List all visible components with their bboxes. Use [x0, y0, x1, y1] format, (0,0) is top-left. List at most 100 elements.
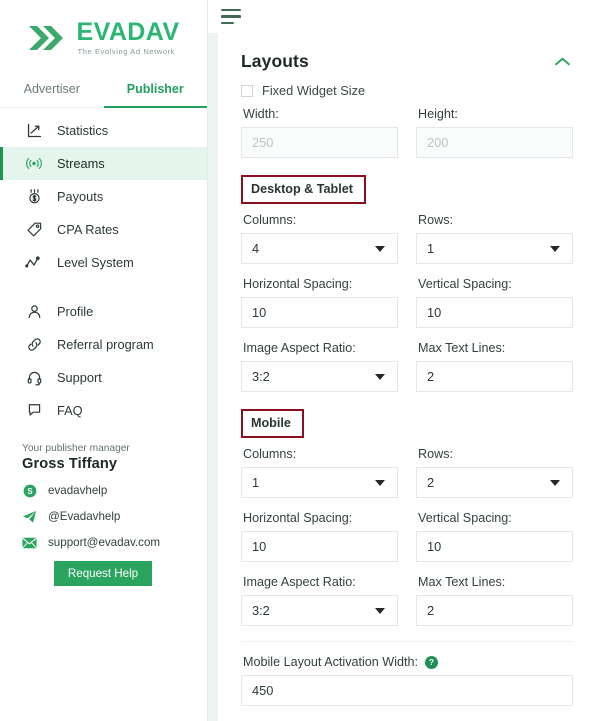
sidebar-item-label: Payouts: [57, 189, 104, 204]
chevron-down-icon: [550, 479, 560, 486]
sidebar-item-referral-program[interactable]: Referral program: [0, 328, 207, 361]
row-spacer: [241, 264, 573, 277]
sidebar-item-label: Profile: [57, 304, 94, 319]
sidebar-item-profile[interactable]: Profile: [0, 295, 207, 328]
height-input[interactable]: 200: [416, 127, 573, 158]
sidebar-item-cpa-rates[interactable]: CPA Rates: [0, 213, 207, 246]
row-spacer: [241, 562, 573, 575]
chevron-down-icon: [375, 607, 385, 614]
mobile-max-text-lines-input[interactable]: 2: [416, 595, 573, 626]
select-value: 2: [427, 475, 435, 490]
mobile-rows-group: Rows: 2: [416, 447, 573, 498]
nav-divider-gap: [0, 279, 207, 295]
sidebar-nav: Statistics Streams Payouts CPA Rates Lev…: [0, 108, 207, 427]
mobile-vspacing-input[interactable]: 10: [416, 531, 573, 562]
width-label: Width:: [243, 107, 279, 121]
tag-icon: [25, 221, 43, 239]
contact-skype[interactable]: S evadavhelp: [22, 483, 207, 498]
mobile-max-text-lines-group: Max Text Lines: 2: [416, 575, 573, 626]
sidebar-item-payouts[interactable]: Payouts: [0, 180, 207, 213]
email-icon: [22, 535, 37, 550]
sidebar-item-faq[interactable]: FAQ: [0, 394, 207, 427]
mobile-aspect-ratio-group: Image Aspect Ratio: 3:2: [241, 575, 398, 626]
mobile-aspect-ratio-select[interactable]: 3:2: [241, 595, 398, 626]
desktop-tablet-section-header: Desktop & Tablet: [241, 175, 573, 204]
desktop-max-text-lines-label: Max Text Lines:: [418, 341, 506, 355]
desktop-hspacing-label: Horizontal Spacing:: [243, 277, 353, 291]
content-scroll-area[interactable]: Layouts Fixed Widget Size Width: 250 Hei…: [208, 33, 590, 721]
desktop-rows-select[interactable]: 1: [416, 233, 573, 264]
contact-value: @Evadavhelp: [48, 510, 121, 523]
mobile-vspacing-group: Vertical Spacing: 10: [416, 511, 573, 562]
mobile-aspect-ratio-label: Image Aspect Ratio:: [243, 575, 356, 589]
chevron-down-icon: [375, 479, 385, 486]
mobile-badge: Mobile: [241, 409, 304, 438]
select-value: 4: [252, 241, 260, 256]
brand-name: EVADAV: [76, 18, 180, 47]
mobile-columns-group: Columns: 1: [241, 447, 398, 498]
sidebar-item-support[interactable]: Support: [0, 361, 207, 394]
fixed-widget-size-checkbox[interactable]: [241, 84, 253, 97]
sidebar-item-label: Referral program: [57, 337, 154, 352]
mobile-columns-select[interactable]: 1: [241, 467, 398, 498]
desktop-aspect-ratio-select[interactable]: 3:2: [241, 361, 398, 392]
evadav-chevron-logo-icon: [28, 26, 63, 50]
desktop-max-text-lines-group: Max Text Lines: 2: [416, 341, 573, 392]
contact-email[interactable]: support@evadav.com: [22, 535, 207, 550]
desktop-vspacing-input[interactable]: 10: [416, 297, 573, 328]
desktop-hspacing-group: Horizontal Spacing: 10: [241, 277, 398, 328]
sidebar-item-label: Statistics: [57, 123, 109, 138]
telegram-icon: [22, 509, 37, 524]
activation-width-label: Mobile Layout Activation Width:: [243, 655, 419, 669]
desktop-tablet-badge: Desktop & Tablet: [241, 175, 366, 204]
headset-icon: [25, 369, 43, 387]
desktop-columns-select[interactable]: 4: [241, 233, 398, 264]
request-help-button[interactable]: Request Help: [54, 561, 152, 586]
desktop-vspacing-group: Vertical Spacing: 10: [416, 277, 573, 328]
desktop-aspect-ratio-group: Image Aspect Ratio: 3:2: [241, 341, 398, 392]
mobile-section-header: Mobile: [241, 409, 573, 438]
tab-advertiser[interactable]: Advertiser: [0, 72, 104, 108]
tab-publisher[interactable]: Publisher: [103, 72, 207, 108]
svg-text:S: S: [27, 486, 32, 495]
fixed-widget-size-label: Fixed Widget Size: [262, 83, 366, 98]
user-icon: [25, 303, 43, 321]
row-spacer: [241, 328, 573, 341]
topbar: [208, 0, 590, 33]
contact-telegram[interactable]: @Evadavhelp: [22, 509, 207, 524]
mobile-hspacing-label: Horizontal Spacing:: [243, 511, 353, 525]
manager-name: Gross Tiffany: [22, 456, 118, 472]
fixed-widget-size-row[interactable]: Fixed Widget Size: [241, 83, 573, 98]
desktop-max-text-lines-input[interactable]: 2: [416, 361, 573, 392]
mobile-columns-label: Columns:: [243, 447, 297, 461]
desktop-hspacing-input[interactable]: 10: [241, 297, 398, 328]
width-input[interactable]: 250: [241, 127, 398, 158]
desktop-spacing-row: Horizontal Spacing: 10 Vertical Spacing:…: [241, 277, 573, 328]
levels-icon: [25, 254, 43, 272]
desktop-rows-group: Rows: 1: [416, 213, 573, 264]
chart-arrow-icon: [25, 122, 43, 140]
chevron-up-icon[interactable]: [551, 50, 573, 72]
desktop-columns-label: Columns:: [243, 213, 297, 227]
question-mark-icon[interactable]: ?: [425, 655, 439, 669]
select-value: 1: [427, 241, 435, 256]
broadcast-icon: [25, 155, 43, 173]
app-root: EVADAV The Evolving Ad Network Advertise…: [0, 0, 590, 721]
row-spacer: [241, 498, 573, 511]
section-divider: [241, 641, 573, 642]
link-icon: [25, 336, 43, 354]
activation-width-input[interactable]: 450: [241, 675, 573, 706]
mobile-vspacing-label: Vertical Spacing:: [418, 511, 512, 525]
mobile-hspacing-input[interactable]: 10: [241, 531, 398, 562]
medal-dollar-icon: [25, 188, 43, 206]
brand-logo[interactable]: EVADAV The Evolving Ad Network: [0, 0, 207, 72]
page-title: Layouts: [241, 50, 309, 71]
hamburger-icon[interactable]: [221, 8, 243, 25]
sidebar-item-level-system[interactable]: Level System: [0, 246, 207, 279]
mobile-rows-select[interactable]: 2: [416, 467, 573, 498]
sidebar-item-statistics[interactable]: Statistics: [0, 114, 207, 147]
sidebar-item-label: Support: [57, 370, 102, 385]
chevron-down-icon: [375, 245, 385, 252]
sidebar-item-streams[interactable]: Streams: [0, 147, 207, 180]
select-value: 1: [252, 475, 260, 490]
